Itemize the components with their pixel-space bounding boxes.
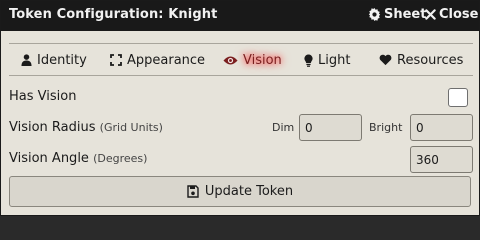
tab-appearance[interactable]: Appearance	[110, 51, 205, 69]
eye-icon	[223, 56, 238, 64]
tab-vision[interactable]: Vision	[223, 51, 282, 69]
window-header[interactable]: Token Configuration: Knight Sheet Close	[1, 1, 479, 31]
sheet-button[interactable]: Sheet	[368, 7, 426, 22]
token-config-window: Token Configuration: Knight Sheet Close …	[0, 0, 480, 216]
tab-light[interactable]: Light	[304, 51, 350, 69]
vision-radius-label: Vision Radius (Grid Units)	[9, 120, 163, 135]
close-button[interactable]: Close	[425, 7, 478, 22]
tab-vision-label: Vision	[243, 52, 282, 68]
has-vision-checkbox[interactable]	[448, 88, 468, 107]
tab-identity-label: Identity	[37, 52, 87, 68]
update-token-button[interactable]: Update Token	[9, 176, 471, 207]
expand-icon	[110, 54, 122, 66]
tab-bar: Identity Appearance Vision Light Resourc…	[9, 43, 473, 76]
tab-resources-label: Resources	[397, 52, 464, 68]
vision-radius-text: Vision Radius	[9, 120, 96, 135]
sheet-button-label: Sheet	[384, 7, 427, 22]
user-icon	[21, 54, 32, 66]
tab-resources[interactable]: Resources	[379, 51, 463, 69]
close-button-label: Close	[439, 7, 479, 22]
update-token-label: Update Token	[204, 184, 294, 199]
window-title: Token Configuration: Knight	[9, 7, 218, 22]
vision-angle-hint: (Degrees)	[93, 152, 148, 165]
vision-angle-input[interactable]	[410, 146, 473, 173]
gear-icon	[368, 8, 381, 21]
vision-angle-label: Vision Angle (Degrees)	[9, 151, 147, 166]
has-vision-label: Has Vision	[9, 89, 77, 104]
tab-identity[interactable]: Identity	[21, 51, 87, 69]
bright-label: Bright	[369, 121, 403, 134]
lightbulb-icon	[304, 53, 313, 67]
dim-label: Dim	[272, 121, 295, 134]
save-icon	[187, 185, 199, 198]
bright-radius-input[interactable]	[410, 114, 473, 141]
dim-radius-input[interactable]	[299, 114, 362, 141]
tab-light-label: Light	[318, 52, 351, 68]
vision-radius-hint: (Grid Units)	[99, 121, 163, 134]
close-icon	[425, 9, 436, 20]
heart-icon	[379, 54, 392, 66]
tab-appearance-label: Appearance	[127, 52, 206, 68]
vision-angle-text: Vision Angle	[9, 151, 89, 166]
